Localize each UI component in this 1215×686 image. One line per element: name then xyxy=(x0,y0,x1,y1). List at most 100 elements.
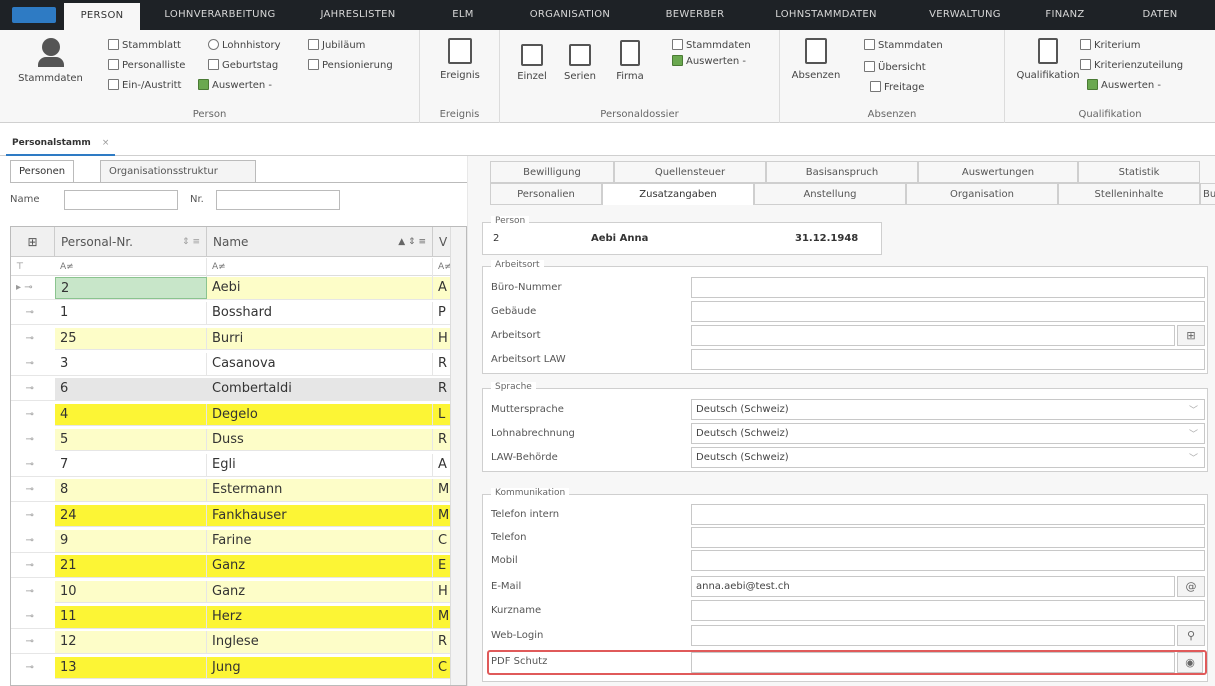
row-indicator[interactable]: ⊸ xyxy=(11,352,55,375)
cell-v[interactable]: H xyxy=(433,328,451,350)
input-arbeitsort[interactable] xyxy=(691,325,1175,346)
input-gebaeude[interactable] xyxy=(691,301,1205,322)
cell-v[interactable]: M xyxy=(433,479,451,501)
row-indicator[interactable]: ⊸ xyxy=(11,428,55,451)
cell-v[interactable]: R xyxy=(433,353,451,375)
row-indicator[interactable]: ⊸ xyxy=(11,555,55,578)
tab-quellensteuer[interactable]: Quellensteuer xyxy=(614,161,766,183)
row-indicator[interactable]: ⊸ xyxy=(11,530,55,552)
table-row[interactable]: ⊸ 21 Ganz E xyxy=(11,555,451,578)
tab-personen[interactable]: Personen xyxy=(10,160,75,182)
tab-bu[interactable]: Bu xyxy=(1200,183,1215,205)
cell-name[interactable]: Ganz xyxy=(207,555,433,578)
cell-personal-nr[interactable]: 1 xyxy=(55,302,207,325)
cell-personal-nr[interactable]: 9 xyxy=(55,530,207,552)
cell-personal-nr[interactable]: 25 xyxy=(55,327,207,350)
cell-personal-nr[interactable]: 3 xyxy=(55,352,207,375)
tab-organisationsstruktur[interactable]: Organisationsstruktur xyxy=(100,160,256,182)
cell-personal-nr[interactable]: 6 xyxy=(55,378,207,401)
lookup-icon[interactable]: ⊞ xyxy=(1177,325,1205,346)
input-email[interactable]: anna.aebi@test.ch xyxy=(691,576,1175,597)
doc-tab-personalstamm[interactable]: Personalstamm × xyxy=(6,130,116,156)
cell-v[interactable]: H xyxy=(433,581,451,603)
nr-filter-input[interactable] xyxy=(216,190,340,210)
table-row[interactable]: ⊸ 12 Inglese R xyxy=(11,631,451,654)
table-row[interactable]: ⊸ 8 Estermann M xyxy=(11,479,451,503)
ribbon-tab-verwaltung[interactable]: VERWALTUNG xyxy=(910,0,1020,30)
cell-name[interactable]: Herz xyxy=(207,605,433,628)
ribbon-tab-finanz[interactable]: FINANZ xyxy=(1030,0,1100,30)
row-indicator[interactable]: ⊸ xyxy=(11,454,55,477)
eye-icon[interactable]: ◉ xyxy=(1177,652,1203,673)
cell-personal-nr[interactable]: 21 xyxy=(55,555,207,578)
input-mobil[interactable] xyxy=(691,550,1205,571)
stammdaten-button[interactable]: Stammdaten xyxy=(8,38,93,84)
row-indicator[interactable]: ⊸ xyxy=(11,479,55,502)
cell-personal-nr[interactable]: 11 xyxy=(55,605,207,628)
kriterienzuteilung-button[interactable]: Kriterienzuteilung xyxy=(1080,58,1183,73)
cell-name[interactable]: Aebi xyxy=(207,277,433,299)
input-kurzname[interactable] xyxy=(691,600,1205,621)
cell-v[interactable]: C xyxy=(433,530,451,552)
cell-name[interactable]: Jung xyxy=(207,656,433,679)
dossier-einzel-button[interactable]: Einzel xyxy=(512,44,552,82)
input-telefon[interactable] xyxy=(691,527,1205,548)
filter-icon[interactable]: ⇕ ≡ xyxy=(182,227,200,257)
cell-name[interactable]: Farine xyxy=(207,530,433,552)
personalliste-button[interactable]: Personalliste xyxy=(108,58,185,73)
input-arbeitsort-law[interactable] xyxy=(691,349,1205,370)
row-indicator[interactable]: ⊸ xyxy=(11,378,55,401)
row-indicator[interactable]: ⊸ xyxy=(11,327,55,350)
cell-v[interactable]: E xyxy=(433,555,451,577)
ereignis-button[interactable]: Ereignis xyxy=(434,38,486,81)
row-indicator[interactable]: ⊸ xyxy=(11,302,55,325)
select-muttersprache[interactable]: Deutsch (Schweiz) ﹀ xyxy=(691,399,1205,420)
cell-name[interactable]: Egli xyxy=(207,454,433,477)
table-row[interactable]: ⊸ 3 Casanova R xyxy=(11,352,451,376)
geburtstag-button[interactable]: Geburtstag xyxy=(208,58,278,73)
cell-personal-nr[interactable]: 8 xyxy=(55,479,207,502)
cell-name[interactable]: Fankhauser xyxy=(207,504,433,527)
qualifikation-auswerten-button[interactable]: Auswerten - xyxy=(1087,78,1161,93)
cell-v[interactable]: R xyxy=(433,429,451,451)
dossier-stammdaten-button[interactable]: Stammdaten xyxy=(672,38,751,53)
table-row[interactable]: ⊸ 11 Herz M xyxy=(11,605,451,629)
column-header-personal-nr[interactable]: Personal-Nr. ⇕ ≡ xyxy=(55,227,207,257)
cell-v[interactable]: R xyxy=(433,378,451,400)
row-indicator[interactable]: ⊸ xyxy=(11,403,55,426)
column-header-v[interactable]: V xyxy=(433,227,451,257)
table-row[interactable]: ⊸ 24 Fankhauser M xyxy=(11,504,451,528)
cell-v[interactable]: A xyxy=(433,277,451,299)
cell-name[interactable]: Combertaldi xyxy=(207,378,433,401)
cell-personal-nr[interactable]: 13 xyxy=(55,656,207,679)
cell-personal-nr[interactable]: 24 xyxy=(55,504,207,527)
ribbon-tab-daten[interactable]: DATEN xyxy=(1120,0,1200,30)
cell-personal-nr[interactable]: 5 xyxy=(55,428,207,451)
pensionierung-button[interactable]: Pensionierung xyxy=(308,58,393,73)
input-web-login[interactable] xyxy=(691,625,1175,646)
tab-basisanspruch[interactable]: Basisanspruch xyxy=(766,161,918,183)
row-indicator[interactable]: ⊸ xyxy=(11,631,55,654)
row-indicator[interactable]: ⊸ xyxy=(11,580,55,603)
ribbon-tab-person[interactable]: PERSON xyxy=(64,3,140,30)
ribbon-tab-bewerber[interactable]: BEWERBER xyxy=(640,0,750,30)
input-telefon-intern[interactable] xyxy=(691,504,1205,525)
row-indicator[interactable]: ▸ ⊸ xyxy=(11,277,55,299)
table-row[interactable]: ⊸ 13 Jung C xyxy=(11,656,451,680)
absenzen-button[interactable]: Absenzen xyxy=(786,38,846,81)
ribbon-tab-jahreslisten[interactable]: JAHRESLISTEN xyxy=(298,0,418,30)
pin-icon[interactable]: ⊞ xyxy=(11,227,55,257)
cell-v[interactable]: P xyxy=(433,302,451,324)
search-icon[interactable]: ⚲ xyxy=(1177,625,1205,646)
tab-bewilligung[interactable]: Bewilligung xyxy=(490,161,614,183)
ein-austritt-button[interactable]: Ein-/Austritt xyxy=(108,78,181,93)
row-indicator[interactable]: ⊸ xyxy=(11,504,55,527)
cell-v[interactable]: L xyxy=(433,404,451,426)
select-lohnabrechnung[interactable]: Deutsch (Schweiz) ﹀ xyxy=(691,423,1205,444)
table-row[interactable]: ▸ ⊸ 2 Aebi A xyxy=(11,277,451,300)
name-filter-input[interactable] xyxy=(64,190,178,210)
cell-personal-nr[interactable]: 2 xyxy=(55,277,207,299)
row-indicator[interactable]: ⊸ xyxy=(11,656,55,679)
cell-name[interactable]: Bosshard xyxy=(207,302,433,325)
cell-personal-nr[interactable]: 10 xyxy=(55,580,207,603)
